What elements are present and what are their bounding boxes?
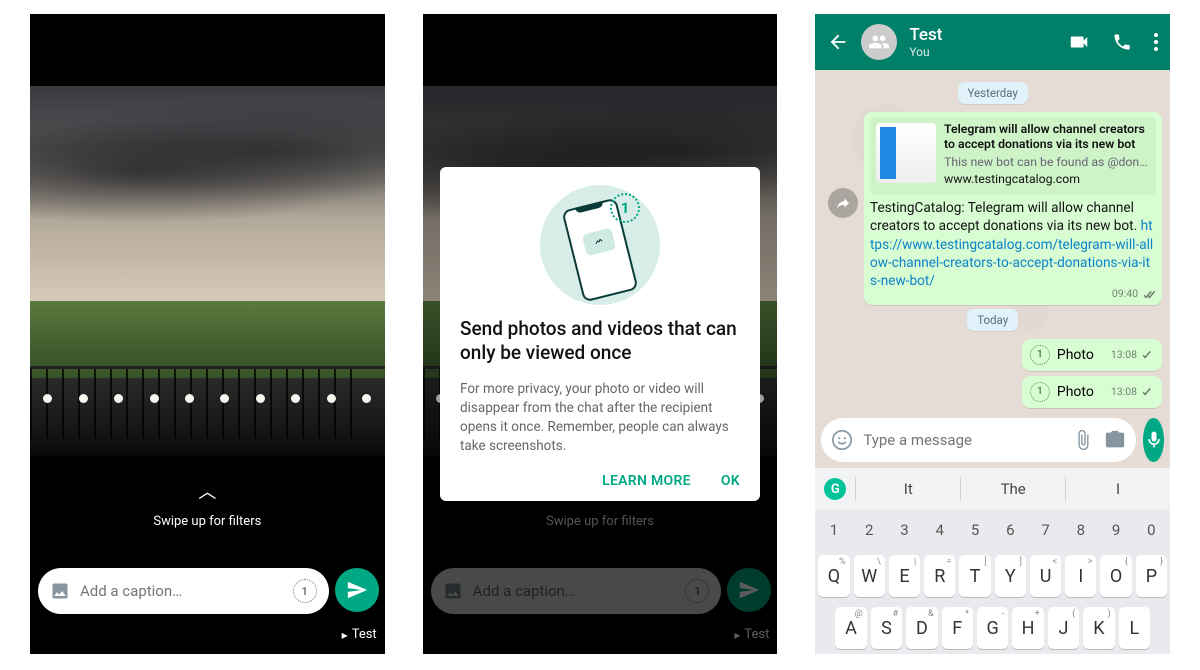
- key[interactable]: 6: [995, 515, 1026, 545]
- input-row: [815, 412, 1170, 468]
- back-icon[interactable]: [827, 31, 849, 53]
- forward-button[interactable]: [828, 188, 858, 218]
- photo-preview: [30, 86, 385, 456]
- photo-editor-screen-with-dialog: ︿ Swipe up for filters 1 Test 1 Send pho…: [423, 14, 778, 654]
- key[interactable]: 0: [1136, 515, 1167, 545]
- suggestion[interactable]: I: [1065, 477, 1170, 501]
- recipient-tag[interactable]: Test: [342, 627, 377, 642]
- view-once-badge-icon: 1: [610, 193, 640, 223]
- key[interactable]: 2: [854, 515, 885, 545]
- message-bubble[interactable]: Telegram will allow channel creators to …: [864, 112, 1162, 305]
- chat-title: Test: [909, 25, 1056, 45]
- key[interactable]: A@: [835, 607, 866, 649]
- send-icon: [346, 579, 368, 601]
- suggestion[interactable]: The: [960, 477, 1065, 501]
- key[interactable]: F*: [942, 607, 973, 649]
- chat-screen: Test You Yesterday Telegram will allow c…: [815, 14, 1170, 654]
- voice-call-icon[interactable]: [1112, 32, 1132, 52]
- key[interactable]: Y]: [995, 555, 1026, 597]
- suggestion-bar: G It The I: [815, 468, 1170, 510]
- link-title: Telegram will allow channel creators to …: [944, 123, 1150, 154]
- key[interactable]: 9: [1100, 515, 1131, 545]
- key[interactable]: 3: [889, 515, 920, 545]
- key[interactable]: P}: [1136, 555, 1167, 597]
- message-time: 13:08: [1111, 385, 1154, 398]
- emoji-icon[interactable]: [831, 429, 853, 451]
- chat-title-block[interactable]: Test You: [909, 25, 1056, 59]
- key[interactable]: 1: [818, 515, 849, 545]
- key[interactable]: U<: [1030, 555, 1061, 597]
- chat-header: Test You: [815, 14, 1170, 70]
- avatar[interactable]: [861, 24, 897, 60]
- video-call-icon[interactable]: [1068, 31, 1090, 53]
- learn-more-button[interactable]: LEARN MORE: [602, 473, 691, 489]
- gallery-icon: [50, 581, 70, 601]
- key[interactable]: E|: [889, 555, 920, 597]
- mic-icon: [1144, 430, 1164, 450]
- caption-input[interactable]: [80, 582, 283, 600]
- chevron-up-icon[interactable]: ︿: [198, 478, 216, 504]
- photo-editor-screen: ︿ Swipe up for filters 1 Test: [30, 14, 385, 654]
- read-ticks-icon: [1141, 290, 1155, 300]
- dialog-title: Send photos and videos that can only be …: [460, 317, 740, 366]
- keyboard: G It The I 1234567890 Q%W\E|R=T[Y]U<I>O{…: [815, 468, 1170, 654]
- camera-icon[interactable]: [1104, 429, 1126, 451]
- message-text: TestingCatalog: Telegram will allow chan…: [870, 200, 1141, 234]
- view-once-icon: 1: [1030, 382, 1050, 402]
- key[interactable]: D&: [906, 607, 937, 649]
- send-button[interactable]: [335, 568, 379, 612]
- view-once-toggle[interactable]: 1: [293, 579, 317, 603]
- date-chip: Today: [967, 309, 1018, 331]
- key[interactable]: T[: [959, 555, 990, 597]
- link-site: www.testingcatalog.com: [944, 172, 1150, 189]
- read-ticks-icon: [1140, 350, 1154, 360]
- key[interactable]: O{: [1100, 555, 1131, 597]
- key[interactable]: S#: [871, 607, 902, 649]
- key[interactable]: H+: [1012, 607, 1043, 649]
- key[interactable]: W\: [854, 555, 885, 597]
- date-chip: Yesterday: [958, 82, 1028, 104]
- key[interactable]: K): [1083, 607, 1114, 649]
- key[interactable]: L: [1119, 607, 1150, 649]
- chat-subtitle: You: [909, 45, 1056, 59]
- link-preview[interactable]: Telegram will allow channel creators to …: [870, 117, 1156, 195]
- key[interactable]: 4: [924, 515, 955, 545]
- modal-overlay: 1 Send photos and videos that can only b…: [423, 14, 778, 654]
- message-input-box: [821, 418, 1136, 462]
- dialog-body: For more privacy, your photo or video wi…: [460, 380, 740, 456]
- link-thumbnail: [876, 123, 936, 183]
- message-time: 09:40: [1112, 287, 1155, 301]
- message-time: 13:08: [1111, 348, 1154, 361]
- attach-icon[interactable]: [1072, 429, 1094, 451]
- read-ticks-icon: [1140, 387, 1154, 397]
- message-label: Photo: [1057, 347, 1094, 363]
- key[interactable]: 7: [1030, 515, 1061, 545]
- swipe-hint: Swipe up for filters: [30, 514, 385, 529]
- key[interactable]: R=: [924, 555, 955, 597]
- key[interactable]: G-: [977, 607, 1008, 649]
- more-icon[interactable]: [1154, 33, 1158, 51]
- message-bubble-view-once[interactable]: 1 Photo 13:08: [1022, 376, 1162, 408]
- caption-bar: 1: [38, 568, 329, 614]
- view-once-dialog: 1 Send photos and videos that can only b…: [440, 167, 760, 502]
- chat-body[interactable]: Yesterday Telegram will allow channel cr…: [815, 70, 1170, 412]
- grammarly-icon[interactable]: G: [815, 478, 855, 500]
- key[interactable]: I>: [1065, 555, 1096, 597]
- key[interactable]: 5: [959, 515, 990, 545]
- ok-button[interactable]: OK: [721, 473, 740, 489]
- message-label: Photo: [1057, 384, 1094, 400]
- message-input[interactable]: [863, 431, 1062, 449]
- dialog-illustration: 1: [460, 185, 740, 305]
- suggestion[interactable]: It: [855, 477, 960, 501]
- view-once-icon: 1: [1030, 345, 1050, 365]
- key[interactable]: 8: [1065, 515, 1096, 545]
- link-description: This new bot can be found as @don…: [944, 155, 1150, 172]
- message-bubble-view-once[interactable]: 1 Photo 13:08: [1022, 339, 1162, 371]
- key[interactable]: J(: [1048, 607, 1079, 649]
- mic-button[interactable]: [1143, 418, 1164, 462]
- key[interactable]: Q%: [818, 555, 849, 597]
